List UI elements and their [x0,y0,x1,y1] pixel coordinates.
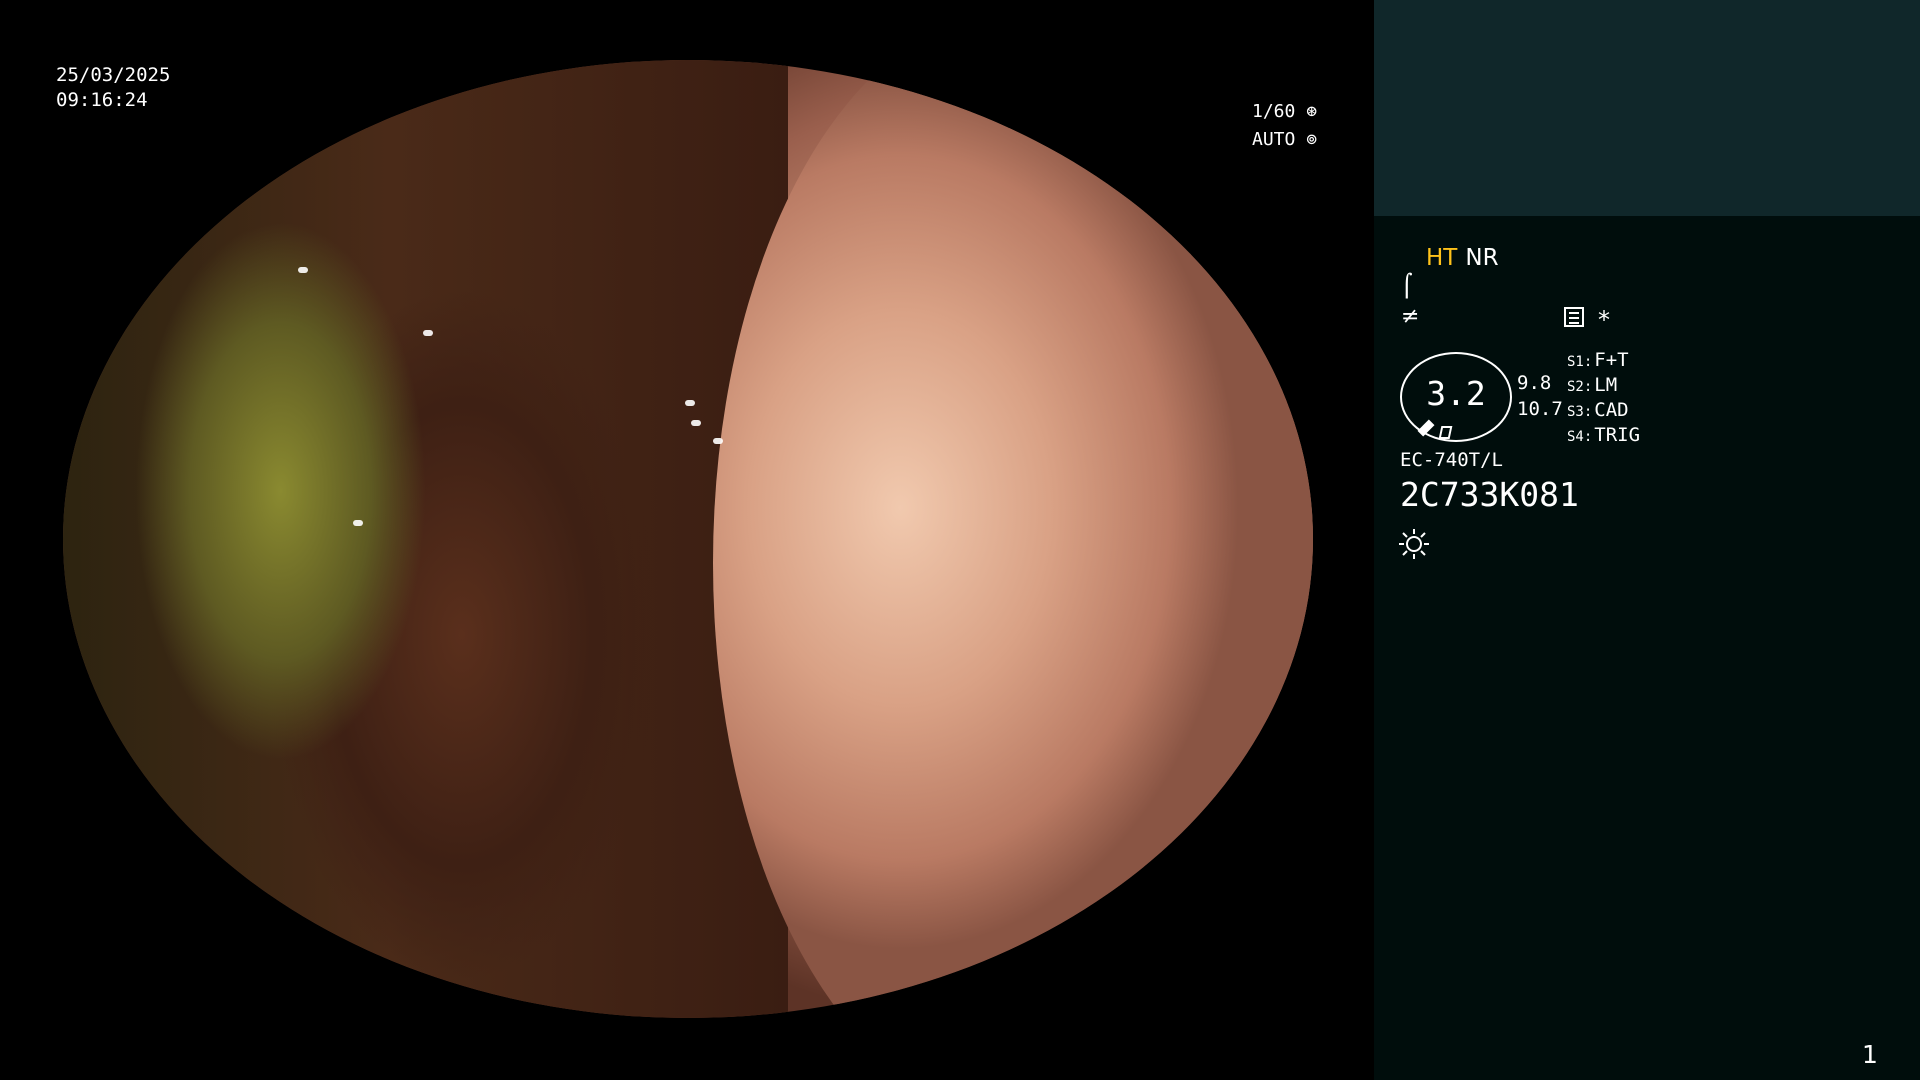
page-number: 1 [1862,1040,1878,1069]
mode-indicator: HT NR [1426,245,1499,271]
panel-header-area [1374,0,1920,216]
gauge-right-top: 9.8 [1517,372,1552,394]
endoscope-viewport: 25/03/2025 09:16:24 1/60 ⊛ AUTO ⊚ [0,0,1374,1080]
gauge-right-bottom: 10.7 [1517,398,1563,420]
aperture-icon: ⊛ [1306,101,1318,122]
glare-spot [423,330,433,336]
shutter-text: 1/60 [1252,101,1296,122]
glare-spot [685,400,695,406]
exposure-text: AUTO [1252,129,1296,150]
box-icon [1438,426,1453,439]
switch-row: S3: CAD [1567,399,1629,421]
time-text: 09:16:24 [56,89,148,111]
mucosal-fold [713,60,1313,1018]
nr-label: NR [1465,245,1499,271]
iris-icon: ⊚ [1306,129,1318,150]
date-text: 25/03/2025 [56,64,171,86]
switch-row: S2: LM [1567,374,1618,396]
enhance-icon: ≠ [1401,304,1420,329]
colon-lumen [63,60,788,1018]
focus-icon: ⌠ [1401,274,1413,299]
glare-spot [691,420,701,426]
switch-row: S4: TRIG [1567,424,1641,446]
exposure-overlay: 1/60 ⊛ AUTO ⊚ [1252,98,1317,154]
glare-spot [353,520,363,526]
scope-model: EC-740T/L [1400,449,1503,471]
datetime-overlay: 25/03/2025 09:16:24 [56,63,170,113]
glare-spot [713,438,723,444]
asterisk-icon: * [1598,306,1610,334]
info-panel [1374,0,1920,1080]
pencil-icon [1417,419,1435,437]
ht-label: HT [1426,245,1458,271]
sun-icon [1399,529,1429,559]
menu-icon [1564,307,1584,327]
switch-assignments: S1: F+T S2: LM S3: CAD S4: TRIG [1567,348,1640,448]
glare-spot [298,267,308,273]
scope-serial: 2C733K081 [1400,475,1579,514]
gauge-value: 3.2 [1426,374,1486,413]
switch-row: S1: F+T [1567,349,1629,371]
endoscopic-image [63,60,1313,1018]
zoom-gauge: 3.2 [1400,352,1512,442]
